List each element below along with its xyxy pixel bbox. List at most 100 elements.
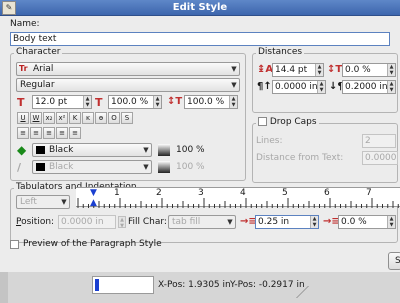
left-indent-marker-icon[interactable]: ▲: [90, 198, 97, 208]
align-left-button[interactable]: ≡: [17, 127, 29, 139]
spin-arrows-icon[interactable]: ▲ ▼: [315, 64, 323, 76]
font-family-value: Arial: [33, 64, 54, 74]
distance-from-text-label: Distance from Text:: [256, 153, 344, 163]
line-spacing-icon: ↨A: [257, 64, 274, 75]
font-family-select[interactable]: Tr Arial ▼: [16, 62, 240, 76]
preview-label: Preview of the Paragraph Style: [23, 239, 162, 249]
subscript-button[interactable]: x₂: [43, 112, 55, 124]
ruler-number: 5: [282, 188, 288, 198]
spin-arrows-icon[interactable]: ▲ ▼: [387, 81, 395, 93]
stroke-color-value: Black: [49, 162, 74, 172]
scale-width-value: 100.0 %: [111, 97, 149, 107]
font-size-spinbox[interactable]: 12.0 pt ▲ ▼: [32, 95, 92, 109]
first-line-indent-marker-icon[interactable]: ▼: [90, 188, 97, 198]
ruler-number: 7: [366, 188, 372, 198]
ruler-number: 6: [324, 188, 330, 198]
line-spacing-spinbox[interactable]: 14.4 pt ▲ ▼: [272, 63, 324, 77]
x-position-readout: X-Pos: 1.9305 in: [158, 280, 231, 290]
outline-button[interactable]: O: [108, 112, 120, 124]
distances-group-title: Distances: [256, 47, 305, 57]
y-position-readout: Y-Pos: -0.2917 in: [230, 280, 305, 290]
layer-color-indicator: [95, 279, 99, 291]
font-size-icon: T: [17, 96, 25, 109]
spin-arrows-icon[interactable]: ▲ ▼: [229, 96, 237, 108]
drop-caps-checkbox[interactable]: [258, 117, 267, 126]
space-below-spinbox[interactable]: 0.2000 in ▲ ▼: [342, 80, 396, 94]
scale-width-spinbox[interactable]: 100.0 % ▲ ▼: [108, 95, 162, 109]
fill-char-label: Fill Char:: [128, 217, 167, 227]
scale-height-value: 100.0 %: [187, 97, 225, 107]
tab-position-input[interactable]: 0.0000 in: [58, 215, 116, 229]
stroke-color-select[interactable]: Black ▼: [32, 160, 152, 174]
preview-checkbox[interactable]: [10, 240, 19, 249]
lines-input[interactable]: 2: [362, 134, 396, 148]
chevron-down-icon: ▼: [231, 65, 237, 73]
shade-gradient-icon: [158, 144, 170, 156]
strike-button[interactable]: ɵ: [95, 112, 107, 124]
ruler-number: 4: [240, 188, 246, 198]
superscript-button[interactable]: x²: [56, 112, 68, 124]
spin-arrows-icon[interactable]: ▲ ▼: [387, 64, 395, 76]
fill-char-select[interactable]: tab fill ▼: [168, 215, 236, 229]
font-style-select[interactable]: Regular ▼: [16, 78, 240, 92]
align-block-button[interactable]: ≡: [56, 127, 68, 139]
scale-height-spinbox[interactable]: 100.0 % ▲ ▼: [184, 95, 238, 109]
baseline-offset-icon: ↕T: [327, 64, 343, 75]
align-right-button[interactable]: ≡: [43, 127, 55, 139]
title-bar: ✎ Edit Style: [0, 0, 400, 16]
scale-width-icon: T: [95, 96, 103, 109]
font-size-value: 12.0 pt: [35, 97, 68, 107]
lines-label: Lines:: [256, 136, 283, 146]
spin-arrows-icon[interactable]: ▲ ▼: [317, 81, 325, 93]
character-group-title: Character: [14, 47, 63, 57]
ruler-ticks: [77, 198, 399, 208]
spin-arrows-icon[interactable]: ▲ ▼: [83, 96, 91, 108]
spin-arrows-icon[interactable]: ▲ ▼: [387, 216, 395, 228]
underline-words-button[interactable]: W: [30, 112, 42, 124]
small-caps-button[interactable]: ĸ: [82, 112, 94, 124]
chevron-down-icon: ▼: [61, 198, 67, 206]
shadow-button[interactable]: S: [121, 112, 133, 124]
tab-alignment-value: Left: [20, 197, 37, 207]
fill-color-select[interactable]: Black ▼: [32, 143, 152, 157]
all-caps-button[interactable]: K: [69, 112, 81, 124]
zoom-field[interactable]: [92, 276, 154, 294]
status-bar: X-Pos: 1.9305 in Y-Pos: -0.2917 in: [0, 272, 400, 303]
align-forced-button[interactable]: ≡: [69, 127, 81, 139]
edit-style-dialog: Name: Body text Character Tr Arial ▼ Reg…: [0, 16, 400, 303]
fill-shade-value: 100 %: [176, 145, 205, 155]
chevron-down-icon: ▼: [143, 146, 149, 154]
first-indent-spinbox[interactable]: 0.25 in ▲ ▼: [255, 215, 319, 229]
position-label: Position:: [16, 217, 55, 227]
first-indent-value: 0.25 in: [258, 217, 290, 227]
spin-arrows-icon[interactable]: ▲ ▼: [310, 216, 318, 228]
distance-from-text-input[interactable]: 0.0000 in: [362, 151, 398, 165]
chevron-down-icon: ▼: [143, 163, 149, 171]
left-indent-spinbox[interactable]: 0.0 % ▲ ▼: [338, 215, 396, 229]
window-title: Edit Style: [172, 2, 228, 13]
spin-arrows-icon[interactable]: ▲ ▼: [153, 96, 161, 108]
baseline-offset-spinbox[interactable]: 0.0 % ▲ ▼: [342, 63, 396, 77]
spin-arrows-icon[interactable]: ▲ ▼: [118, 216, 126, 229]
space-below-value: 0.2000 in: [345, 82, 388, 92]
chevron-down-icon: ▼: [227, 218, 233, 226]
underline-button[interactable]: U: [17, 112, 29, 124]
space-above-value: 0.0000 in: [275, 82, 318, 92]
black-swatch-icon: [36, 163, 45, 171]
black-swatch-icon: [36, 146, 45, 154]
panel-edge: [0, 272, 8, 303]
stroke-pen-icon: /: [17, 161, 22, 174]
tab-alignment-select[interactable]: Left ▼: [16, 195, 70, 209]
fill-char-value: tab fill: [172, 217, 201, 227]
chevron-down-icon: ▼: [231, 81, 237, 89]
name-input[interactable]: Body text: [10, 32, 390, 46]
name-label: Name:: [10, 19, 40, 29]
tab-ruler[interactable]: ▼ ▲ 1 2 3 4 5 6 7: [76, 187, 400, 208]
ruler-number: 1: [114, 188, 120, 198]
font-type-icon: Tr: [19, 64, 28, 73]
ok-button[interactable]: S: [388, 252, 400, 270]
space-above-spinbox[interactable]: 0.0000 in ▲ ▼: [272, 80, 326, 94]
font-style-value: Regular: [20, 80, 55, 90]
ruler-number: 2: [156, 188, 162, 198]
align-center-button[interactable]: ≡: [30, 127, 42, 139]
